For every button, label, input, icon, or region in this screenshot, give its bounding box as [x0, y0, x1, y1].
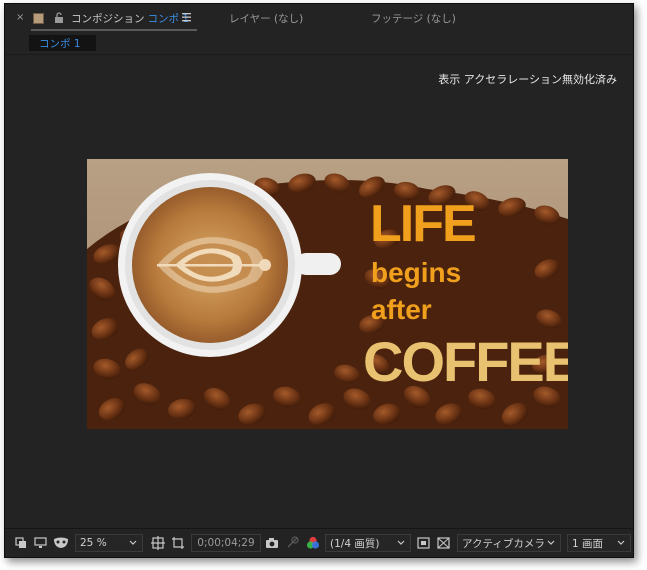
tab-composition[interactable]: コンポジション コンポ 1: [71, 4, 189, 32]
chevron-down-icon: [617, 540, 625, 545]
monitor-icon[interactable]: [34, 537, 47, 549]
zoom-value: 25 %: [80, 537, 107, 549]
mask-icon[interactable]: [53, 537, 69, 549]
toggle-transparency-grid-icon[interactable]: [437, 537, 450, 549]
tab-layer[interactable]: レイヤー (なし): [229, 4, 303, 32]
views-value: 1 画面: [572, 537, 604, 550]
views-dropdown[interactable]: 1 画面: [567, 534, 631, 552]
image-text-life: LIFE: [370, 195, 475, 253]
composition-panel: × コンポジション コンポ 1 レイヤー (なし) フッテージ (なし) コンポ…: [4, 3, 634, 558]
panel-tab-bar: × コンポジション コンポ 1 レイヤー (なし) フッテージ (なし): [5, 4, 633, 32]
coffee-image: LIFE begins after COFFEE: [87, 159, 568, 429]
zoom-dropdown[interactable]: 25 %: [75, 534, 143, 552]
acceleration-notice: 表示 アクセラレーション無効化済み: [438, 73, 617, 86]
timecode-value: 0;00;04;29: [197, 537, 255, 549]
comp-subtab-label: コンポ 1: [39, 37, 81, 50]
chevron-down-icon: [547, 540, 555, 545]
viewer-area[interactable]: 表示 アクセラレーション無効化済み LIFE begins after COFF…: [5, 55, 633, 525]
transparency-icon[interactable]: [286, 536, 299, 549]
composition-navigator: コンポ 1: [5, 32, 633, 55]
camera-icon[interactable]: [265, 537, 279, 549]
image-text-coffee: COFFEE: [363, 330, 568, 393]
viewer-toolbar: 25 % 0;00;04;29 (1/4 画質) アクティブカメラ 1 画面: [5, 528, 633, 557]
resolution-value: (1/4 画質): [330, 537, 380, 550]
image-text-begins: begins: [371, 257, 461, 288]
camera-dropdown[interactable]: アクティブカメラ: [457, 534, 561, 552]
composition-canvas[interactable]: LIFE begins after COFFEE: [87, 159, 568, 429]
grid-icon[interactable]: [151, 536, 165, 550]
panel-menu-icon[interactable]: [181, 11, 192, 23]
display-options-icon[interactable]: [15, 537, 27, 549]
tab-composition-prefix: コンポジション: [71, 12, 145, 25]
timecode-display[interactable]: 0;00;04;29: [191, 534, 261, 552]
image-text-after: after: [371, 294, 432, 325]
camera-value: アクティブカメラ: [462, 537, 545, 550]
resolution-dropdown[interactable]: (1/4 画質): [325, 534, 411, 552]
color-channel-icon[interactable]: [306, 536, 320, 550]
close-icon[interactable]: ×: [16, 13, 25, 23]
tab-layer-label: レイヤー (なし): [229, 12, 304, 25]
lock-icon[interactable]: [54, 12, 64, 23]
fast-preview-icon[interactable]: [417, 537, 430, 549]
comp-subtab[interactable]: コンポ 1: [29, 35, 96, 51]
color-swatch-icon[interactable]: [33, 13, 44, 24]
tab-footage-label: フッテージ (なし): [371, 12, 456, 25]
chevron-down-icon: [129, 540, 137, 545]
tab-footage[interactable]: フッテージ (なし): [371, 4, 456, 32]
active-tab-indicator: [31, 29, 197, 31]
region-icon[interactable]: [171, 536, 185, 550]
chevron-down-icon: [397, 540, 405, 545]
